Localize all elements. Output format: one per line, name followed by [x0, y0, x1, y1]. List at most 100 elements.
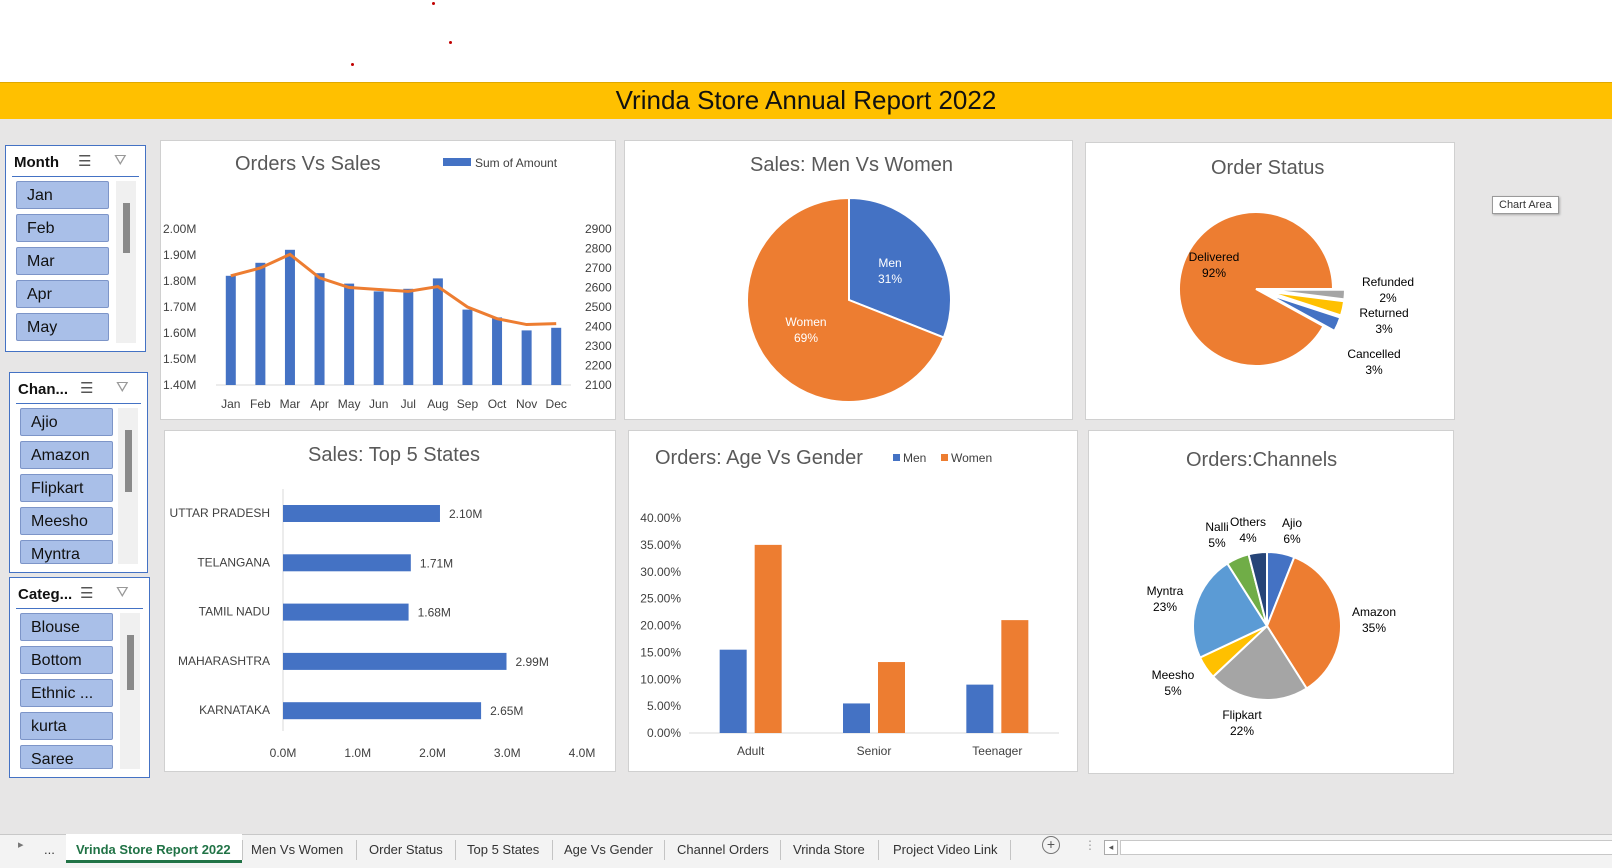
age-vs-gender-plot: Men Women 0.00% 5.00% 10.00% 15.00% 20.00% 25.0…	[640, 451, 1059, 758]
x-tick-label: Nov	[516, 397, 537, 411]
chart-order-status[interactable]: Order Status Delivered 92% Refunded 2% Retur…	[1085, 142, 1455, 420]
bar-women	[1001, 620, 1029, 733]
y-left-tick-label: 1.60M	[163, 326, 196, 340]
tab-vrinda-store-report[interactable]: Vrinda Store Report 2022	[76, 842, 231, 857]
x-tick-label: Dec	[546, 397, 567, 411]
tab-ellipsis[interactable]: ...	[44, 842, 55, 857]
multi-select-icon[interactable]: ☰	[80, 379, 93, 397]
clear-filter-icon[interactable]: ⛛	[116, 584, 129, 601]
scroll-thumb[interactable]	[123, 203, 130, 253]
slicer-item-may[interactable]: May	[16, 313, 109, 341]
tab-men-vs-women[interactable]: Men Vs Women	[251, 842, 343, 857]
tab-separator	[552, 840, 553, 860]
y-right-tick-label: 2800	[585, 242, 612, 256]
x-tick-label: Apr	[310, 397, 329, 411]
splitter-handle-icon[interactable]: ⋮	[1084, 838, 1096, 852]
state-value-label: 1.71M	[420, 556, 453, 570]
legend-swatch-men	[893, 454, 900, 461]
slicer-scrollbar[interactable]	[116, 181, 136, 343]
slicer-item-myntra[interactable]: Myntra	[20, 540, 113, 564]
chart-channels[interactable]: Orders:Channels Ajio 6% Amazon 35% Flipkart 2…	[1088, 430, 1454, 774]
slice-pct-refunded: 2%	[1379, 291, 1397, 305]
y-right-tick-label: 2900	[585, 222, 612, 236]
slicer-item-meesho[interactable]: Meesho	[20, 507, 113, 535]
channels-plot: Ajio 6% Amazon 35% Flipkart 22% Meesho 5% Myntra…	[1147, 515, 1396, 738]
slice-label-women: Women	[785, 315, 826, 329]
x-tick-label: Teenager	[972, 744, 1022, 758]
x-tick-label: 1.0M	[344, 746, 371, 760]
tab-separator	[1010, 840, 1011, 860]
slicer-category: Categ... ☰ ⛛ Blouse Bottom Ethnic ... ku…	[9, 577, 150, 778]
x-tick-label: Jan	[221, 397, 240, 411]
slicer-item-saree[interactable]: Saree	[20, 745, 113, 769]
add-sheet-icon[interactable]: +	[1042, 836, 1060, 854]
slice-label-returned: Returned	[1359, 306, 1408, 320]
slice-label-myntra: Myntra	[1147, 584, 1184, 598]
multi-select-icon[interactable]: ☰	[78, 152, 91, 170]
tab-top5-states[interactable]: Top 5 States	[467, 842, 539, 857]
state-bar	[283, 603, 409, 621]
tab-separator	[455, 840, 456, 860]
slicer-scrollbar[interactable]	[120, 613, 140, 769]
bar-amount	[492, 317, 503, 385]
state-label: UTTAR PRADESH	[170, 506, 270, 520]
legend-label-men: Men	[903, 451, 926, 465]
x-tick-label: Feb	[250, 397, 271, 411]
horizontal-scrollbar[interactable]	[1120, 840, 1612, 855]
y-tick-label: 40.00%	[640, 511, 681, 525]
slicer-item-amazon[interactable]: Amazon	[20, 441, 113, 469]
chart-men-vs-women[interactable]: Sales: Men Vs Women Men 31% Women 69%	[624, 140, 1073, 420]
hscroll-left-icon[interactable]: ◂	[1104, 840, 1118, 855]
clear-filter-icon[interactable]: ⛛	[114, 152, 127, 169]
slicer-item-kurta[interactable]: kurta	[20, 712, 113, 740]
chart-top5-states[interactable]: Sales: Top 5 States UTTAR PRADESH 2.10M TE…	[164, 430, 616, 772]
tab-order-status[interactable]: Order Status	[369, 842, 443, 857]
slicer-scrollbar[interactable]	[118, 408, 138, 564]
chart-age-vs-gender[interactable]: Orders: Age Vs Gender Men Women 0.00% 5.00%…	[628, 430, 1078, 772]
slice-label-nalli: Nalli	[1205, 520, 1228, 534]
multi-select-icon[interactable]: ☰	[80, 584, 93, 602]
y-left-tick-label: 1.90M	[163, 248, 196, 262]
slicer-item-ajio[interactable]: Ajio	[20, 408, 113, 436]
slicer-title: Categ...	[18, 586, 73, 603]
slicer-title: Month	[14, 154, 59, 171]
slicer-item-apr[interactable]: Apr	[16, 280, 109, 308]
bar-men	[843, 703, 870, 733]
slice-pct-cancelled: 3%	[1365, 363, 1383, 377]
y-right-tick-label: 2700	[585, 261, 612, 275]
y-left-tick-label: 1.40M	[163, 378, 196, 392]
tab-project-video-link[interactable]: Project Video Link	[893, 842, 998, 857]
chart-orders-vs-sales[interactable]: Orders Vs Sales Sum of Amount 1.40M 1.50M 1…	[160, 140, 616, 420]
slicer-item-feb[interactable]: Feb	[16, 214, 109, 242]
scroll-thumb[interactable]	[125, 430, 132, 492]
slicer-item-ethnic[interactable]: Ethnic ...	[20, 679, 113, 707]
scroll-thumb[interactable]	[127, 635, 134, 690]
slice-pct-women: 69%	[794, 331, 818, 345]
clear-filter-icon[interactable]: ⛛	[116, 379, 129, 396]
slicer-item-jan[interactable]: Jan	[16, 181, 109, 209]
slice-pct-flipkart: 22%	[1230, 724, 1254, 738]
tab-channel-orders[interactable]: Channel Orders	[677, 842, 769, 857]
tab-scroll-right-icon[interactable]: ▸	[18, 838, 24, 851]
slice-label-amazon: Amazon	[1352, 605, 1396, 619]
slice-pct-amazon: 35%	[1362, 621, 1386, 635]
state-value-label: 2.10M	[449, 507, 482, 521]
tab-age-vs-gender[interactable]: Age Vs Gender	[564, 842, 653, 857]
tab-vrinda-store[interactable]: Vrinda Store	[793, 842, 865, 857]
slicer-item-mar[interactable]: Mar	[16, 247, 109, 275]
y-left-tick-label: 1.80M	[163, 274, 196, 288]
x-tick-label: Adult	[737, 744, 765, 758]
slicer-item-blouse[interactable]: Blouse	[20, 613, 113, 641]
y-left-tick-label: 1.70M	[163, 300, 196, 314]
y-tick-label: 10.00%	[640, 672, 681, 686]
state-bar	[283, 652, 507, 670]
slice-pct-myntra: 23%	[1153, 600, 1177, 614]
tab-separator	[242, 840, 243, 860]
y-tick-label: 5.00%	[647, 699, 681, 713]
stray-dot	[449, 41, 452, 44]
bar-men	[966, 684, 994, 733]
slicer-item-bottom[interactable]: Bottom	[20, 646, 113, 674]
chart-area-tooltip: Chart Area	[1492, 196, 1559, 214]
slicer-item-flipkart[interactable]: Flipkart	[20, 474, 113, 502]
y-tick-label: 25.00%	[640, 592, 681, 606]
